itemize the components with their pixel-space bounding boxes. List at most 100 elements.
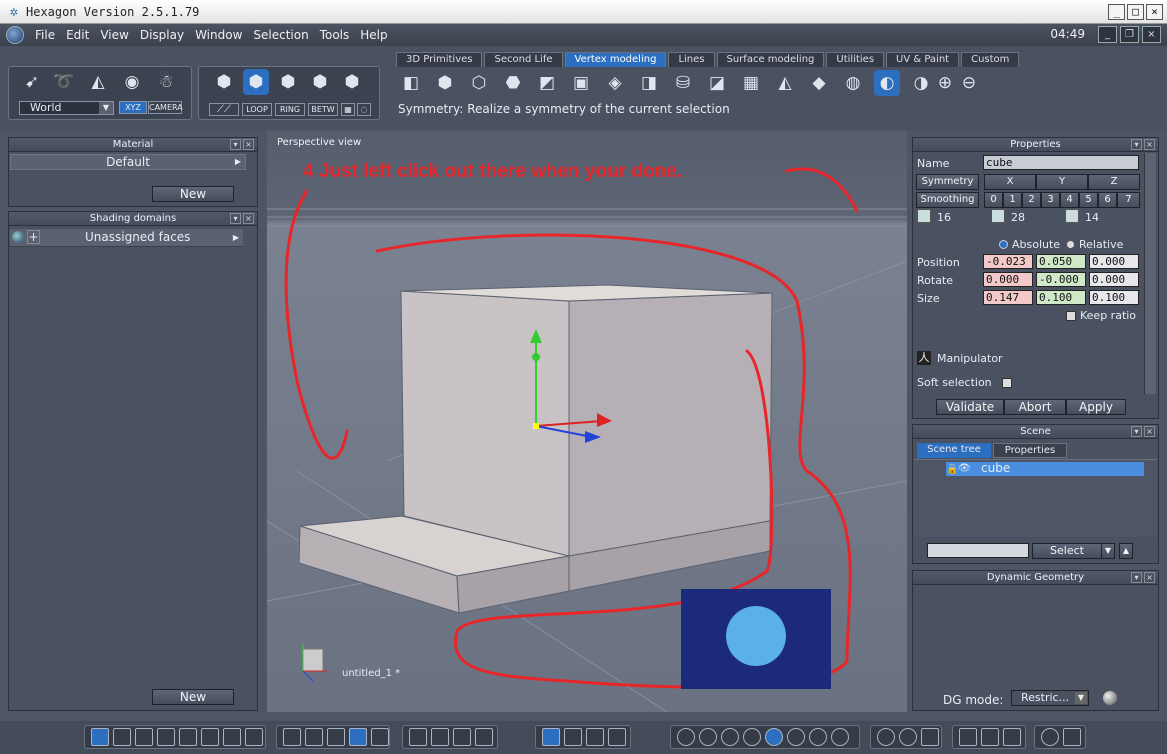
auto-mode-icon[interactable]: ⬢ bbox=[339, 69, 365, 95]
rotate-z-field[interactable]: 0.000 bbox=[1089, 272, 1139, 287]
shrink-select-icon[interactable]: ◌ bbox=[357, 103, 371, 116]
render-icon[interactable] bbox=[283, 728, 301, 746]
tool-split-icon[interactable]: ◭ bbox=[772, 70, 798, 96]
symmetry-z-button[interactable]: Z bbox=[1088, 174, 1140, 190]
layout-hsplit-icon[interactable] bbox=[201, 728, 219, 746]
abort-button[interactable]: Abort bbox=[1004, 399, 1066, 415]
tool-add-point-icon[interactable]: ⊕ bbox=[932, 70, 958, 96]
panel-close-icon[interactable]: × bbox=[243, 139, 254, 150]
face-mode-icon[interactable]: ⬢ bbox=[307, 69, 333, 95]
render-sphere-icon[interactable] bbox=[831, 728, 849, 746]
soft-selection-checkbox[interactable] bbox=[1002, 378, 1012, 388]
layers-icon[interactable] bbox=[1003, 728, 1021, 746]
menu-edit[interactable]: Edit bbox=[61, 28, 95, 42]
panel-close-icon[interactable]: × bbox=[1144, 139, 1155, 150]
doc-minimize-button[interactable]: _ bbox=[1098, 26, 1117, 43]
tab-uv-paint[interactable]: UV & Paint bbox=[886, 52, 960, 67]
light-multi-icon[interactable] bbox=[921, 728, 939, 746]
scene-up-icon[interactable]: ▲ bbox=[1119, 543, 1133, 559]
smoothing-1[interactable]: 1 bbox=[1003, 192, 1022, 208]
render-preview-icon[interactable] bbox=[1041, 728, 1059, 746]
close-button[interactable]: × bbox=[1146, 4, 1163, 20]
light-bowl-icon[interactable] bbox=[877, 728, 895, 746]
shading-list-item[interactable]: + Unassigned faces ▶ bbox=[10, 229, 243, 247]
position-y-field[interactable]: 0.050 bbox=[1036, 254, 1086, 269]
material-view-icon[interactable] bbox=[305, 728, 323, 746]
universal-manipulator-icon[interactable] bbox=[542, 728, 560, 746]
symmetry-button[interactable]: Symmetry bbox=[916, 174, 979, 190]
xyz-button[interactable]: XYZ bbox=[119, 101, 147, 114]
minimize-button[interactable]: _ bbox=[1108, 4, 1125, 20]
symmetry-x-button[interactable]: X bbox=[984, 174, 1036, 190]
light-dome-icon[interactable] bbox=[899, 728, 917, 746]
relative-radio[interactable] bbox=[1066, 240, 1075, 249]
panel-close-icon[interactable]: × bbox=[243, 213, 254, 224]
keep-ratio-checkbox[interactable] bbox=[1066, 311, 1076, 321]
menu-view[interactable]: View bbox=[95, 28, 134, 42]
grid-icon[interactable] bbox=[327, 728, 345, 746]
loop-button[interactable]: LOOP bbox=[242, 103, 272, 116]
tab-lines[interactable]: Lines bbox=[668, 52, 715, 67]
plus-icon[interactable]: + bbox=[27, 230, 40, 244]
lock-icon[interactable]: 🔒 bbox=[946, 463, 958, 476]
rotate-y-field[interactable]: -0.000 bbox=[1036, 272, 1086, 287]
view-eye-icon[interactable] bbox=[475, 728, 493, 746]
coordinate-system-select[interactable]: World ▼ bbox=[19, 101, 114, 115]
cube-display-icon[interactable] bbox=[959, 728, 977, 746]
smoothing-2[interactable]: 2 bbox=[1022, 192, 1041, 208]
lit-sphere-icon[interactable] bbox=[809, 728, 827, 746]
move-icon[interactable] bbox=[564, 728, 582, 746]
panel-close-icon[interactable]: × bbox=[1144, 572, 1155, 583]
scene-search-input[interactable] bbox=[927, 543, 1029, 558]
menu-file[interactable]: File bbox=[30, 28, 61, 42]
eraser-icon[interactable] bbox=[981, 728, 999, 746]
smoothing-4[interactable]: 4 bbox=[1060, 192, 1079, 208]
dg-mode-select[interactable]: Restric... ▼ bbox=[1011, 690, 1089, 706]
tool-cut-icon[interactable]: ◪ bbox=[704, 70, 730, 96]
material-list-item[interactable]: Default ▶ bbox=[10, 154, 246, 170]
table-grid-icon[interactable] bbox=[371, 728, 389, 746]
tool-fill-icon[interactable]: ◆ bbox=[806, 70, 832, 96]
tool-inset-icon[interactable]: ⬣ bbox=[500, 70, 526, 96]
object-mode-icon[interactable]: ⬢ bbox=[211, 69, 237, 95]
tab-custom[interactable]: Custom bbox=[961, 52, 1020, 67]
absolute-radio[interactable] bbox=[999, 240, 1008, 249]
menu-display[interactable]: Display bbox=[135, 28, 190, 42]
smoothing-7[interactable]: 7 bbox=[1117, 192, 1140, 208]
rotate-x-field[interactable]: 0.000 bbox=[983, 272, 1033, 287]
tool-bevel-icon[interactable]: ⬢ bbox=[432, 70, 458, 96]
panel-close-icon[interactable]: × bbox=[1144, 426, 1155, 437]
camera-button[interactable]: CAMERA bbox=[148, 101, 183, 114]
symmetry-y-button[interactable]: Y bbox=[1036, 174, 1088, 190]
smooth-wire-sphere-icon[interactable] bbox=[765, 728, 783, 746]
path-select-icon[interactable]: ⟋⟋ bbox=[209, 103, 239, 116]
properties-scrollbar[interactable] bbox=[1144, 153, 1156, 394]
lasso-select-icon[interactable]: ➰ bbox=[51, 69, 77, 95]
validate-button[interactable]: Validate bbox=[936, 399, 1004, 415]
position-x-field[interactable]: -0.023 bbox=[983, 254, 1033, 269]
tool-tessellate-icon[interactable]: ▣ bbox=[568, 70, 594, 96]
vertex-mode-icon[interactable]: ⬢ bbox=[243, 69, 269, 95]
flat-sphere-icon[interactable] bbox=[721, 728, 739, 746]
textured-sphere-icon[interactable] bbox=[787, 728, 805, 746]
select-arrow-icon[interactable]: ➹ bbox=[19, 69, 45, 95]
ring-button[interactable]: RING bbox=[275, 103, 305, 116]
scene-select-button[interactable]: Select bbox=[1032, 543, 1102, 559]
menu-help[interactable]: Help bbox=[355, 28, 393, 42]
layout-triple-icon[interactable] bbox=[135, 728, 153, 746]
app-menu-icon[interactable] bbox=[6, 26, 24, 44]
smoothing-3[interactable]: 3 bbox=[1041, 192, 1060, 208]
menu-window[interactable]: Window bbox=[190, 28, 248, 42]
name-field[interactable]: cube bbox=[983, 155, 1139, 170]
size-x-field[interactable]: 0.147 bbox=[983, 290, 1033, 305]
dg-sphere-icon[interactable] bbox=[1103, 691, 1117, 705]
tab-vertex-modeling[interactable]: Vertex modeling bbox=[564, 52, 667, 67]
tab-scene-properties[interactable]: Properties bbox=[993, 443, 1067, 458]
magic-select-icon[interactable]: ◉ bbox=[119, 69, 145, 95]
apply-button[interactable]: Apply bbox=[1066, 399, 1126, 415]
grow-select-icon[interactable]: ▦ bbox=[341, 103, 355, 116]
paint-select-icon[interactable]: ◭ bbox=[85, 69, 111, 95]
zoom-fit-icon[interactable] bbox=[409, 728, 427, 746]
tool-cap-icon[interactable]: ◍ bbox=[840, 70, 866, 96]
tool-flip-icon[interactable]: ◑ bbox=[908, 70, 934, 96]
